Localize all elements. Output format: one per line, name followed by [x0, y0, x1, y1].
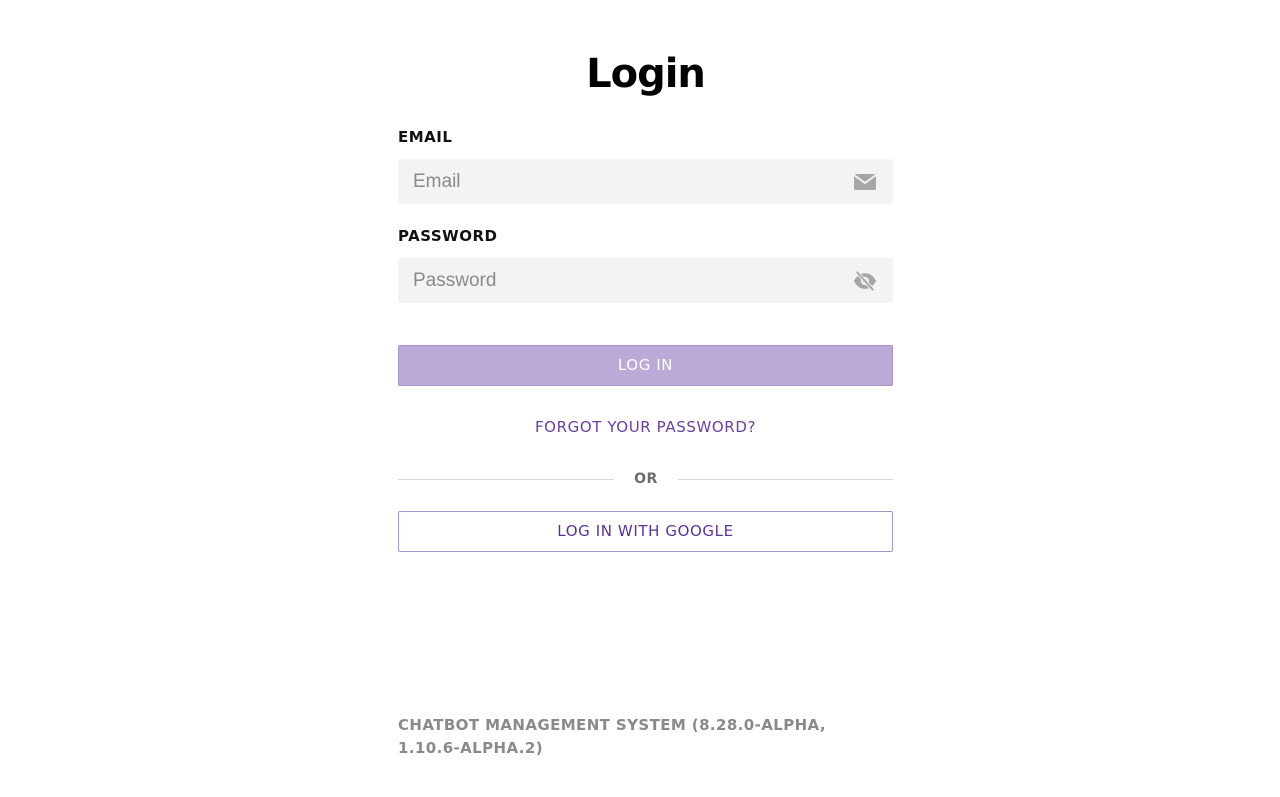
envelope-icon — [853, 171, 877, 193]
password-field[interactable] — [398, 258, 833, 303]
login-button[interactable]: LOG IN — [398, 345, 893, 386]
password-field-container — [398, 258, 893, 303]
page-title: Login — [586, 51, 706, 97]
google-login-button[interactable]: LOG IN WITH GOOGLE — [398, 511, 893, 552]
version-footer: CHATBOT MANAGEMENT SYSTEM (8.28.0-ALPHA,… — [398, 716, 826, 757]
eye-slash-icon[interactable] — [853, 270, 877, 292]
email-field[interactable] — [398, 159, 833, 204]
or-divider: OR — [398, 468, 893, 490]
password-label: PASSWORD — [398, 227, 498, 245]
divider-line-left — [398, 479, 614, 480]
forgot-password-link[interactable]: FORGOT YOUR PASSWORD? — [398, 417, 893, 437]
email-label: EMAIL — [398, 128, 453, 146]
divider-line-right — [678, 479, 893, 480]
email-field-container — [398, 159, 893, 204]
divider-text: OR — [634, 471, 658, 487]
